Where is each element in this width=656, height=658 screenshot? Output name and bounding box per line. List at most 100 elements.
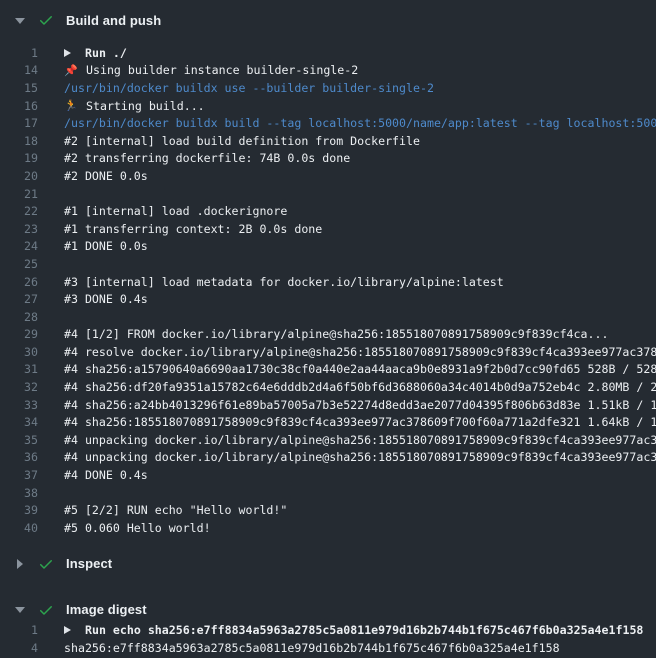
log-text-content: #5 [2/2] RUN echo "Hello world!" xyxy=(64,503,287,517)
line-number[interactable]: 24 xyxy=(0,239,38,253)
log-line: 4 sha256:e7ff8834a5963a2785c5a0811e979d16… xyxy=(0,639,656,657)
log-line: 26 #3 [internal] load metadata for docker… xyxy=(0,273,656,291)
log-line: 22 #1 [internal] load .dockerignore xyxy=(0,202,656,220)
log-line: 17/usr/bin/docker buildx build --tag loc… xyxy=(0,114,656,132)
log-text-content: #4 sha256:a15790640a6690aa1730c38cf0a440… xyxy=(64,362,656,376)
line-number[interactable]: 40 xyxy=(0,521,38,535)
section-title: Inspect xyxy=(66,556,112,571)
line-number[interactable]: 27 xyxy=(0,292,38,306)
log-text-content: #4 [1/2] FROM docker.io/library/alpine@s… xyxy=(64,327,608,341)
log-line: 14 📌Using builder instance builder-single… xyxy=(0,62,656,80)
line-number[interactable]: 4 xyxy=(0,641,38,655)
section-header-build-and-push[interactable]: Build and push xyxy=(0,11,656,29)
section-header-image-digest[interactable]: Image digest xyxy=(0,601,656,619)
line-number[interactable]: 1 xyxy=(0,46,38,60)
log-text: #4 unpacking docker.io/library/alpine@sh… xyxy=(64,450,656,464)
log-lines-build-and-push: 1 Run ./ 14 📌Using builder instance builder… xyxy=(0,29,656,537)
log-line: 28 xyxy=(0,308,656,326)
log-text-content: #4 unpacking docker.io/library/alpine@sh… xyxy=(64,433,656,447)
line-number[interactable]: 22 xyxy=(0,204,38,218)
log-text-content: /usr/bin/docker buildx build --tag local… xyxy=(64,116,656,130)
success-check-icon xyxy=(38,12,54,28)
line-number[interactable]: 39 xyxy=(0,503,38,517)
line-number[interactable]: 37 xyxy=(0,468,38,482)
line-number[interactable]: 32 xyxy=(0,380,38,394)
log-section-inspect: Inspect xyxy=(0,555,656,573)
log-text-content: sha256:e7ff8834a5963a2785c5a0811e979d16b… xyxy=(64,641,560,655)
log-line: 37#4 DONE 0.4s xyxy=(0,466,656,484)
line-number[interactable]: 38 xyxy=(0,486,38,500)
success-check-icon xyxy=(38,602,54,618)
line-number[interactable]: 16 xyxy=(0,99,38,113)
line-number[interactable]: 31 xyxy=(0,362,38,376)
log-line: 16🏃Starting build... xyxy=(0,97,656,115)
line-number[interactable]: 23 xyxy=(0,222,38,236)
log-text: #4 sha256:a24bb4013296f61e89ba57005a7b3e… xyxy=(64,398,656,412)
log-text: #2 transferring dockerfile: 74B 0.0s don… xyxy=(64,151,656,165)
line-number[interactable]: 33 xyxy=(0,398,38,412)
log-text: /usr/bin/docker buildx build --tag local… xyxy=(64,116,656,130)
line-number[interactable]: 25 xyxy=(0,257,38,271)
line-number[interactable]: 17 xyxy=(0,116,38,130)
log-line: 32 #4 sha256:df20fa9351a15782c64e6dddb2d4… xyxy=(0,378,656,396)
line-number[interactable]: 1 xyxy=(0,623,38,637)
expand-section-icon[interactable] xyxy=(17,559,23,569)
log-text-content: Run echo sha256:e7ff8834a5963a2785c5a081… xyxy=(85,623,643,637)
log-text-content: #1 DONE 0.0s xyxy=(64,239,148,253)
line-number[interactable]: 28 xyxy=(0,310,38,324)
log-text-content: #2 DONE 0.0s xyxy=(64,169,148,183)
log-text: #4 sha256:df20fa9351a15782c64e6dddb2d4a6… xyxy=(64,380,656,394)
line-number[interactable]: 19 xyxy=(0,151,38,165)
log-text: Run echo sha256:e7ff8834a5963a2785c5a081… xyxy=(64,623,656,637)
log-text: #5 [2/2] RUN echo "Hello world!" xyxy=(64,503,656,517)
line-number[interactable]: 14 xyxy=(0,63,38,77)
line-number[interactable]: 34 xyxy=(0,415,38,429)
log-line: 30 #4 resolve docker.io/library/alpine@sh… xyxy=(0,343,656,361)
log-text: 📌Using builder instance builder-single-2 xyxy=(64,63,656,77)
log-text: #3 [internal] load metadata for docker.i… xyxy=(64,275,656,289)
section-title: Build and push xyxy=(66,13,161,28)
log-line: 39 #5 [2/2] RUN echo "Hello world!" xyxy=(0,501,656,519)
log-line: 18 #2 [internal] load build definition fr… xyxy=(0,132,656,150)
run-toggle-play-icon[interactable] xyxy=(64,49,71,57)
log-line: 36 #4 unpacking docker.io/library/alpine@… xyxy=(0,449,656,467)
collapse-section-icon[interactable] xyxy=(15,18,25,24)
line-number[interactable]: 15 xyxy=(0,81,38,95)
log-line: 23 #1 transferring context: 2B 0.0s done xyxy=(0,220,656,238)
log-text-content: Run ./ xyxy=(85,46,127,60)
log-line: 38 xyxy=(0,484,656,502)
line-number[interactable]: 21 xyxy=(0,187,38,201)
log-text-content: #4 sha256:a24bb4013296f61e89ba57005a7b3e… xyxy=(64,398,656,412)
log-text: sha256:e7ff8834a5963a2785c5a0811e979d16b… xyxy=(64,641,656,655)
log-text: #4 [1/2] FROM docker.io/library/alpine@s… xyxy=(64,327,656,341)
log-text-content: #1 transferring context: 2B 0.0s done xyxy=(64,222,322,236)
log-line: 33 #4 sha256:a24bb4013296f61e89ba57005a7b… xyxy=(0,396,656,414)
line-number[interactable]: 30 xyxy=(0,345,38,359)
line-number[interactable]: 20 xyxy=(0,169,38,183)
line-number[interactable]: 26 xyxy=(0,275,38,289)
log-text-content: #2 [internal] load build definition from… xyxy=(64,134,420,148)
line-number[interactable]: 35 xyxy=(0,433,38,447)
log-text-content: #4 sha256:185518070891758909c9f839cf4ca3… xyxy=(64,415,656,429)
log-line: 1 Run ./ xyxy=(0,44,656,62)
run-toggle-play-icon[interactable] xyxy=(64,626,71,634)
log-text: Run ./ xyxy=(64,46,656,60)
log-line: 25 xyxy=(0,255,656,273)
success-check-icon xyxy=(38,556,54,572)
log-line: 24 #1 DONE 0.0s xyxy=(0,238,656,256)
log-line: 31 #4 sha256:a15790640a6690aa1730c38cf0a4… xyxy=(0,361,656,379)
section-header-inspect[interactable]: Inspect xyxy=(0,555,656,573)
log-section-build-and-push: Build and push 1 Run ./ 14 📌Using builder in… xyxy=(0,11,656,537)
line-number[interactable]: 18 xyxy=(0,134,38,148)
log-text-content: #1 [internal] load .dockerignore xyxy=(64,204,287,218)
log-text: #3 DONE 0.4s xyxy=(64,292,656,306)
log-text-content: #4 sha256:df20fa9351a15782c64e6dddb2d4a6… xyxy=(64,380,656,394)
log-line: 21 xyxy=(0,185,656,203)
log-text-content: Starting build... xyxy=(86,99,205,113)
log-text: #4 resolve docker.io/library/alpine@sha2… xyxy=(64,345,656,359)
log-text: #1 transferring context: 2B 0.0s done xyxy=(64,222,656,236)
log-line: 35 #4 unpacking docker.io/library/alpine@… xyxy=(0,431,656,449)
line-number[interactable]: 36 xyxy=(0,450,38,464)
collapse-section-icon[interactable] xyxy=(15,607,25,613)
line-number[interactable]: 29 xyxy=(0,327,38,341)
